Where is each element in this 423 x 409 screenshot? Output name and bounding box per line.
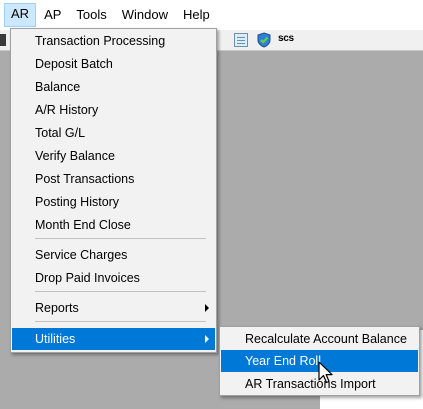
- menu-item-drop-paid-invoices[interactable]: Drop Paid Invoices: [12, 267, 215, 289]
- menu-separator: [35, 321, 206, 322]
- menu-item-balance[interactable]: Balance: [12, 76, 215, 98]
- menu-item-reports[interactable]: Reports: [12, 297, 215, 319]
- menu-item-month-end-close[interactable]: Month End Close: [12, 214, 215, 236]
- menu-item-post-transactions[interactable]: Post Transactions: [12, 168, 215, 190]
- menu-item-transaction-processing[interactable]: Transaction Processing: [12, 30, 215, 52]
- menu-bar: AR AP Tools Window Help: [0, 0, 423, 30]
- submenu-arrow-icon: [205, 335, 209, 343]
- menu-separator: [35, 291, 206, 292]
- menu-item-utilities[interactable]: Utilities: [12, 328, 215, 350]
- toolbar-scs-label[interactable]: scs: [278, 33, 294, 44]
- menu-ap[interactable]: AP: [37, 4, 68, 26]
- menu-window[interactable]: Window: [115, 4, 175, 26]
- menu-item-utilities-label: Utilities: [35, 332, 76, 346]
- menu-separator: [35, 238, 206, 239]
- toolbar-edge: [0, 34, 6, 46]
- notepad-icon[interactable]: [234, 33, 248, 47]
- menu-help[interactable]: Help: [176, 4, 217, 26]
- menu-item-ar-history[interactable]: A/R History: [12, 99, 215, 121]
- menu-item-deposit-batch[interactable]: Deposit Batch: [12, 53, 215, 75]
- menu-item-posting-history[interactable]: Posting History: [12, 191, 215, 213]
- menu-item-verify-balance[interactable]: Verify Balance: [12, 145, 215, 167]
- menu-tools[interactable]: Tools: [69, 4, 113, 26]
- submenu-arrow-icon: [205, 304, 209, 312]
- mouse-pointer-icon: [318, 361, 333, 384]
- menu-item-service-charges[interactable]: Service Charges: [12, 244, 215, 266]
- menu-ar[interactable]: AR: [4, 3, 37, 27]
- shield-check-icon[interactable]: [256, 32, 272, 48]
- menu-item-reports-label: Reports: [35, 301, 79, 315]
- ar-menu-dropdown: Transaction Processing Deposit Batch Bal…: [10, 28, 217, 353]
- menu-item-total-gl[interactable]: Total G/L: [12, 122, 215, 144]
- submenu-item-recalculate-account-balance[interactable]: Recalculate Account Balance: [221, 328, 418, 350]
